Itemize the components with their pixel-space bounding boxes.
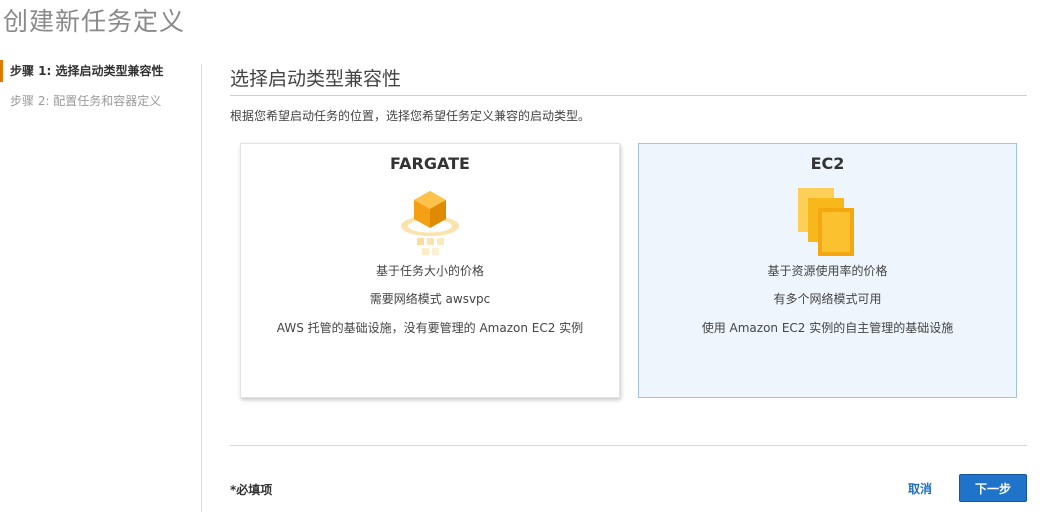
- fargate-launch-type-card[interactable]: FARGATE 基于任务大小的价格 需要网络模式 awsvpc AWS 托管的基…: [240, 143, 620, 398]
- required-note: *必填项: [230, 483, 273, 497]
- fargate-icon: [401, 191, 459, 255]
- cancel-button[interactable]: 取消: [908, 480, 932, 497]
- card-title: FARGATE: [390, 154, 470, 173]
- section-title: 选择启动类型兼容性: [230, 68, 402, 90]
- card-title: EC2: [810, 154, 845, 173]
- page-title: 创建新任务定义: [3, 7, 186, 36]
- next-step-button[interactable]: 下一步: [959, 474, 1027, 502]
- card-line: 使用 Amazon EC2 实例的自主管理的基础设施: [701, 321, 954, 335]
- card-line: 需要网络模式 awsvpc: [369, 292, 491, 306]
- ec2-launch-type-card[interactable]: EC2 基于资源使用率的价格 有多个网络模式可用 使用 Amazon EC2 实…: [638, 143, 1017, 398]
- card-line: AWS 托管的基础设施，没有要管理的 Amazon EC2 实例: [276, 321, 584, 335]
- footer-divider: [230, 445, 1027, 446]
- step-1-select-launch-type[interactable]: 步骤 1: 选择启动类型兼容性: [0, 60, 200, 82]
- ec2-icon: [797, 188, 854, 256]
- sidebar-divider: [201, 64, 202, 512]
- card-line: 基于任务大小的价格: [375, 264, 484, 278]
- card-line: 基于资源使用率的价格: [767, 264, 888, 278]
- step-2-configure-task[interactable]: 步骤 2: 配置任务和容器定义: [0, 90, 200, 112]
- card-line: 有多个网络模式可用: [773, 292, 882, 306]
- section-description: 根据您希望启动任务的位置，选择您希望任务定义兼容的启动类型。: [230, 109, 591, 123]
- section-divider: [230, 95, 1027, 96]
- wizard-steps: 步骤 1: 选择启动类型兼容性 步骤 2: 配置任务和容器定义: [0, 60, 200, 120]
